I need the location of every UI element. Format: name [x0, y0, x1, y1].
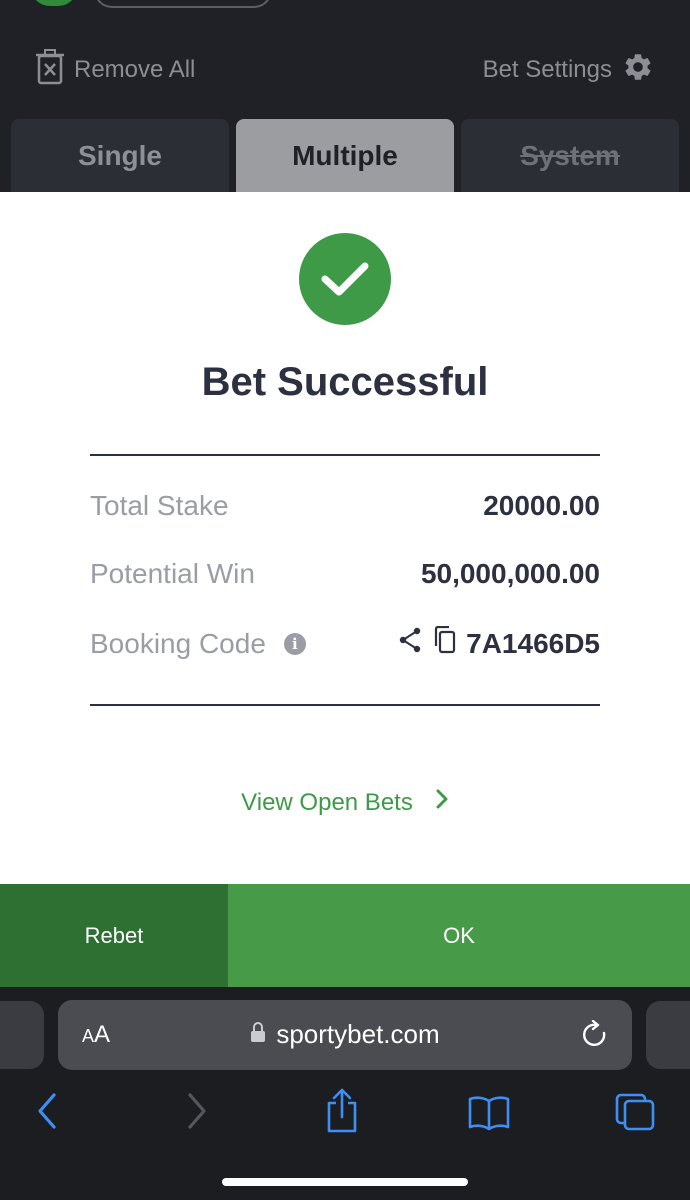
modal-title: Bet Successful — [201, 360, 489, 404]
lock-icon — [250, 1019, 266, 1050]
tabs-icon[interactable] — [614, 1087, 658, 1140]
rebet-button[interactable]: Rebet — [0, 884, 228, 987]
tab-system[interactable]: System — [461, 119, 679, 193]
bet-settings-button[interactable]: Bet Settings — [483, 52, 654, 88]
bet-settings-label: Bet Settings — [482, 56, 612, 83]
forward-icon[interactable] — [184, 1087, 210, 1140]
ok-button[interactable]: OK — [228, 884, 690, 987]
bet-success-modal: Bet Successful Total Stake 20000.00 Pote… — [0, 192, 690, 884]
bookmarks-icon[interactable] — [467, 1087, 511, 1140]
action-buttons: Rebet OK — [0, 884, 690, 987]
share-box-icon[interactable] — [324, 1087, 360, 1140]
potential-win-row: Potential Win 50,000,000.00 — [90, 558, 600, 590]
info-icon[interactable]: i — [283, 632, 306, 655]
url-text: sportybet.com — [276, 1019, 440, 1049]
divider-top — [90, 454, 600, 456]
potential-win-value: 50,000,000.00 — [420, 558, 600, 589]
trash-icon — [36, 48, 64, 92]
total-stake-label: Total Stake — [90, 490, 229, 521]
remove-all-button[interactable]: Remove All — [36, 48, 196, 88]
booking-code-label: Booking Code — [90, 627, 266, 659]
home-indicator — [222, 1178, 468, 1186]
browser-chrome: AA sportybet.com — [0, 987, 690, 1200]
url-display[interactable]: sportybet.com — [58, 1019, 632, 1050]
betslip-header: Remove All Bet Settings Single Multiple … — [0, 0, 690, 193]
remove-all-label: Remove All — [74, 56, 196, 83]
bet-type-tabs: Single Multiple System — [11, 119, 679, 193]
tab-single[interactable]: Single — [11, 119, 229, 193]
booking-code-label-group: Booking Code i — [90, 628, 306, 660]
divider-bottom — [90, 704, 600, 706]
next-tab-preview[interactable] — [646, 1001, 690, 1069]
partial-toggle[interactable] — [94, 0, 272, 8]
total-stake-value: 20000.00 — [483, 490, 600, 521]
partial-avatar — [30, 0, 78, 6]
tab-multiple[interactable]: Multiple — [236, 119, 454, 193]
gear-icon — [622, 51, 654, 90]
booking-code-value: 7A1466D5 — [466, 627, 600, 659]
booking-code-group: 7A1466D5 — [398, 625, 600, 661]
address-bar[interactable]: AA sportybet.com — [58, 1000, 632, 1070]
view-open-bets-link[interactable]: View Open Bets — [0, 788, 690, 817]
share-icon[interactable] — [398, 627, 422, 660]
potential-win-label: Potential Win — [90, 558, 255, 589]
view-open-bets-label: View Open Bets — [241, 788, 413, 816]
browser-toolbar — [0, 1087, 690, 1135]
booking-code-row: Booking Code i 7A1466D5 — [90, 625, 600, 661]
reload-icon[interactable] — [582, 1019, 610, 1055]
chevron-right-icon — [435, 788, 449, 817]
checkmark-icon — [299, 233, 391, 325]
prev-tab-preview[interactable] — [0, 1001, 44, 1069]
back-icon[interactable] — [34, 1087, 60, 1140]
total-stake-row: Total Stake 20000.00 — [90, 490, 600, 522]
copy-icon[interactable] — [432, 625, 456, 661]
